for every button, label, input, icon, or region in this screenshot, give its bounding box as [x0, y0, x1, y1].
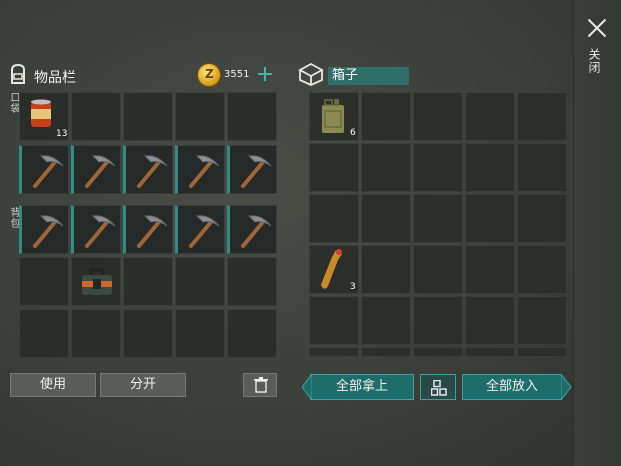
close-icon[interactable]: [584, 16, 610, 42]
put-all-button[interactable]: 全部放入: [462, 374, 562, 400]
box-slot[interactable]: [361, 245, 411, 294]
fuel-can-icon: [322, 99, 344, 133]
pocket-slot[interactable]: 13: [19, 92, 69, 141]
box-slot[interactable]: [465, 245, 515, 294]
box-slot[interactable]: [465, 194, 515, 243]
box-slot[interactable]: [361, 347, 411, 357]
trash-icon: [254, 377, 268, 393]
box-slot[interactable]: [361, 194, 411, 243]
pocket-item-count: 13: [56, 129, 68, 139]
box-slot[interactable]: [517, 245, 567, 294]
pocket-slot[interactable]: [71, 92, 121, 141]
pickaxe-slot[interactable]: [19, 145, 69, 194]
box-slot[interactable]: [309, 296, 359, 345]
box-slot[interactable]: [361, 143, 411, 192]
canned-food-icon: [31, 99, 51, 127]
pickaxe-slot[interactable]: [71, 205, 121, 254]
take-all-button[interactable]: 全部拿上: [310, 374, 414, 400]
box-slot[interactable]: [413, 245, 463, 294]
add-coins-icon[interactable]: [258, 67, 272, 81]
pocket-slot[interactable]: [227, 92, 277, 141]
backpack-slot[interactable]: [71, 257, 121, 306]
box-slot[interactable]: [517, 296, 567, 345]
box-slot[interactable]: [309, 347, 359, 357]
box-slot[interactable]: [465, 296, 515, 345]
fuel-count: 6: [350, 128, 356, 138]
backpack-icon: [11, 63, 25, 84]
coin-icon: Z: [198, 64, 220, 86]
box-slot[interactable]: [413, 296, 463, 345]
pickaxe-slot[interactable]: [175, 145, 225, 194]
pickaxe-slot[interactable]: [19, 205, 69, 254]
box-slot[interactable]: [413, 92, 463, 141]
toolbox-icon: [82, 268, 112, 295]
pocket-slot[interactable]: [175, 92, 225, 141]
backpack-slot[interactable]: [227, 257, 277, 306]
backpack-slot[interactable]: [227, 309, 277, 358]
box-slot[interactable]: [465, 143, 515, 192]
pickaxe-slot[interactable]: [227, 205, 277, 254]
arrow-left-icon: [302, 374, 312, 400]
backpack-slot[interactable]: [175, 309, 225, 358]
backpack-slot[interactable]: [19, 309, 69, 358]
pocket-slot[interactable]: [123, 92, 173, 141]
box-slot[interactable]: [413, 143, 463, 192]
backpack-slot[interactable]: [71, 309, 121, 358]
box-slot[interactable]: [465, 92, 515, 141]
pickaxe-slot[interactable]: [175, 205, 225, 254]
backpack-slot[interactable]: [123, 257, 173, 306]
box-icon: [298, 62, 324, 86]
pickaxe-slot[interactable]: [227, 145, 277, 194]
bottle-icon: [321, 249, 342, 289]
grid-icon: [431, 380, 447, 396]
box-name-field[interactable]: 箱子: [328, 67, 409, 85]
box-slot[interactable]: [517, 92, 567, 141]
box-slot[interactable]: [309, 194, 359, 243]
inventory-title: 物品栏: [34, 70, 76, 86]
sort-button[interactable]: [420, 374, 456, 400]
pickaxe-slot[interactable]: [71, 145, 121, 194]
use-button[interactable]: 使用: [10, 373, 96, 397]
bottle-count: 3: [350, 282, 356, 292]
backpack-slot[interactable]: [123, 309, 173, 358]
box-slot[interactable]: [361, 296, 411, 345]
box-slot[interactable]: [517, 347, 567, 357]
box-slot[interactable]: [517, 194, 567, 243]
backpack-slot[interactable]: [19, 257, 69, 306]
box-slot[interactable]: [413, 194, 463, 243]
box-slot[interactable]: [517, 143, 567, 192]
box-slot[interactable]: [413, 347, 463, 357]
backpack-slot[interactable]: [175, 257, 225, 306]
box-slot[interactable]: 6: [309, 92, 359, 141]
box-slot[interactable]: [309, 143, 359, 192]
close-label[interactable]: 关闭: [587, 48, 603, 74]
box-slot[interactable]: [361, 92, 411, 141]
split-button[interactable]: 分开: [100, 373, 186, 397]
box-slot[interactable]: [465, 347, 515, 357]
pickaxe-slot[interactable]: [123, 145, 173, 194]
box-slot[interactable]: 3: [309, 245, 359, 294]
arrow-right-icon: [561, 374, 571, 400]
trash-button[interactable]: [243, 373, 277, 397]
coin-count: 3551: [224, 69, 250, 80]
pickaxe-slot[interactable]: [123, 205, 173, 254]
